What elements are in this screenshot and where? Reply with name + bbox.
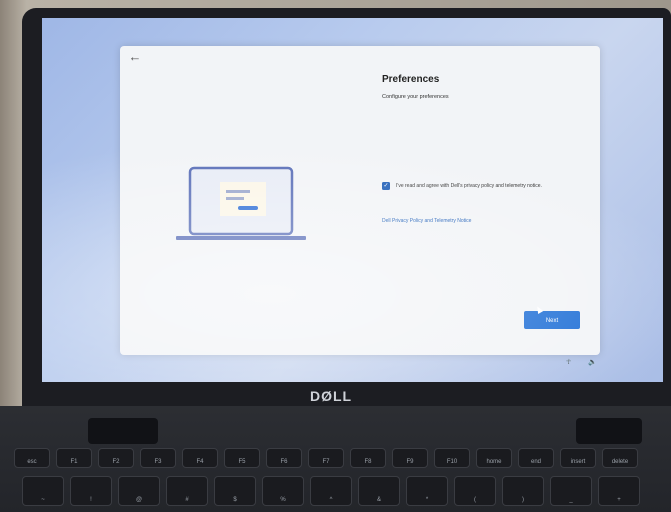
accessibility-icon[interactable]: ☥ <box>566 358 571 366</box>
keyboard-key[interactable]: F10 <box>434 448 470 468</box>
keyboard-key[interactable]: # <box>166 476 208 506</box>
number-key-row: ~! @ # $% ^ & *() _ + <box>22 476 640 506</box>
keyboard-key[interactable]: F4 <box>182 448 218 468</box>
keyboard-key[interactable]: ^ <box>310 476 352 506</box>
dell-logo: DØLL <box>310 388 353 404</box>
keyboard-key[interactable]: F3 <box>140 448 176 468</box>
keyboard-key[interactable]: end <box>518 448 554 468</box>
keyboard-key[interactable]: & <box>358 476 400 506</box>
consent-label: I've read and agree with Dell's privacy … <box>396 183 542 189</box>
keyboard-key[interactable]: F1 <box>56 448 92 468</box>
laptop-illustration-icon <box>176 166 306 240</box>
page-title: Preferences <box>382 74 440 85</box>
keyboard-key[interactable]: F8 <box>350 448 386 468</box>
page-subtitle: Configure your preferences <box>382 94 449 100</box>
left-hinge <box>88 418 158 444</box>
keyboard-key[interactable]: ~ <box>22 476 64 506</box>
consent-checkbox[interactable]: ✓ <box>382 182 390 190</box>
keyboard-key[interactable]: ! <box>70 476 112 506</box>
keyboard-key[interactable]: _ <box>550 476 592 506</box>
keyboard-key[interactable]: F5 <box>224 448 260 468</box>
volume-icon[interactable]: 🔈 <box>588 358 597 366</box>
privacy-policy-link[interactable]: Dell Privacy Policy and Telemetry Notice <box>382 218 471 224</box>
setup-panel: ← Preferences Configure your preferences… <box>120 46 600 355</box>
keyboard-key[interactable]: % <box>262 476 304 506</box>
keyboard-key[interactable]: delete <box>602 448 638 468</box>
keyboard-key[interactable]: F9 <box>392 448 428 468</box>
next-button[interactable]: Next <box>524 311 580 329</box>
keyboard-key[interactable]: F2 <box>98 448 134 468</box>
keyboard-key[interactable]: $ <box>214 476 256 506</box>
keyboard-key[interactable]: @ <box>118 476 160 506</box>
keyboard-key[interactable]: F6 <box>266 448 302 468</box>
keyboard-key[interactable]: ) <box>502 476 544 506</box>
keyboard-key[interactable]: + <box>598 476 640 506</box>
keyboard-key[interactable]: home <box>476 448 512 468</box>
keyboard-key[interactable]: esc <box>14 448 50 468</box>
keyboard-key[interactable]: * <box>406 476 448 506</box>
keyboard-key[interactable]: insert <box>560 448 596 468</box>
keyboard-key[interactable]: ( <box>454 476 496 506</box>
back-arrow-icon[interactable]: ← <box>126 48 144 66</box>
function-key-row: esc F1 F2 F3 F4 F5 F6 F7 F8 F9 F10 home end insert del… <box>14 448 638 468</box>
laptop-screen: ← Preferences Configure your preferences… <box>42 18 663 382</box>
keyboard: esc F1 F2 F3 F4 F5 F6 F7 F8 F9 F10 home end insert del… <box>14 448 671 512</box>
keyboard-key[interactable]: F7 <box>308 448 344 468</box>
right-hinge <box>576 418 642 444</box>
